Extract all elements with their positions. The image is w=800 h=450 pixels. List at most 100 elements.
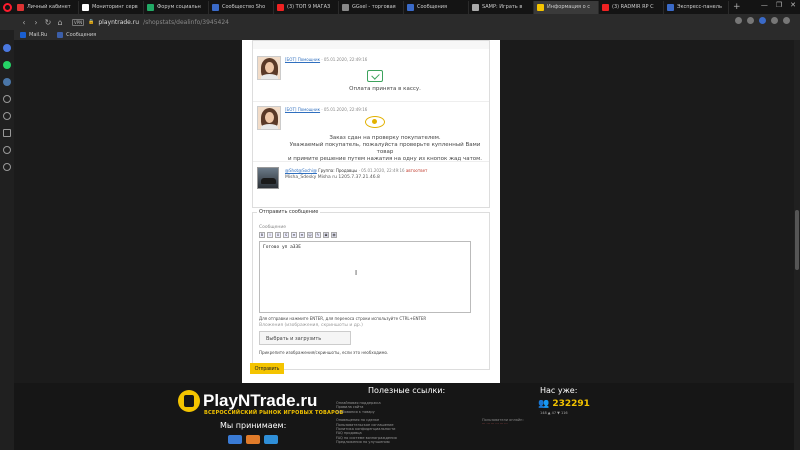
- browser-tab[interactable]: Личный кабинет: [14, 0, 79, 14]
- search-icon[interactable]: [3, 95, 11, 103]
- extension-icon[interactable]: [759, 17, 766, 24]
- online-list: ··· ··· ··· ··· ··· ···: [482, 422, 508, 427]
- message-textarea[interactable]: Готово уп аЗЗЕ: [259, 241, 471, 313]
- tab-label: Личный кабинет: [27, 4, 71, 10]
- mailru-icon: [20, 32, 26, 38]
- wallet-check-icon: [367, 70, 383, 82]
- opera-sidebar: [0, 30, 14, 450]
- url-domain: playntrade.ru: [98, 18, 140, 26]
- close-icon[interactable]: ✕: [790, 1, 796, 9]
- browser-tab[interactable]: Мониторинг серв: [79, 0, 144, 14]
- toolbar-icons: [735, 17, 790, 24]
- whatsapp-icon[interactable]: [3, 61, 11, 69]
- send-icon[interactable]: [3, 112, 11, 120]
- back-icon[interactable]: ‹: [18, 18, 30, 27]
- tab-favicon-icon: [407, 3, 414, 11]
- browser-tab[interactable]: Информация о с: [534, 0, 599, 14]
- send-message-form: Отправить сообщение Сообщение B I U S ≡ ≡ ☺ ✎ ▣ ▦…: [252, 209, 490, 370]
- tab-label: (3) RADMIR RP C: [612, 4, 654, 10]
- browser-tab-bar: Личный кабинет Мониторинг серв Форум социа…: [0, 0, 800, 14]
- bookmark-messages[interactable]: Сообщения: [57, 32, 96, 38]
- editor-toolbar-button[interactable]: ▣: [323, 232, 329, 238]
- upload-button[interactable]: Выбрать и загрузить: [259, 331, 351, 345]
- site-logo[interactable]: PlayNTrade.ru: [178, 390, 317, 412]
- browser-tab[interactable]: Сообщения: [404, 0, 469, 14]
- messenger-icon[interactable]: [3, 44, 11, 52]
- page-scrollbar[interactable]: [794, 40, 800, 450]
- browser-tab[interactable]: Форум социальн: [144, 0, 209, 14]
- vpn-badge[interactable]: VPN: [72, 18, 85, 26]
- author-link[interactable]: [БОТ] Помощник: [285, 57, 320, 62]
- editor-toolbar-button[interactable]: ≡: [299, 232, 305, 238]
- editor-toolbar-button[interactable]: ☺: [307, 232, 313, 238]
- browser-tab[interactable]: Экспресс-панель: [664, 0, 729, 14]
- scroll-thumb[interactable]: [795, 210, 799, 270]
- message-meta: [БОТ] Помощник · 05.01.2020, 22:49:16: [285, 57, 368, 62]
- author-link[interactable]: [БОТ] Помощник: [285, 107, 320, 112]
- browser-tab[interactable]: SAMP: Играть в: [469, 0, 534, 14]
- payment-wallet-icon: [264, 435, 278, 444]
- bookmark-mailru[interactable]: Mail.Ru: [20, 32, 47, 38]
- text-cursor-icon: I: [355, 269, 358, 277]
- editor-toolbar-button[interactable]: B: [259, 232, 265, 238]
- browser-tab[interactable]: (3) ТОП 9 МАГАЗ: [274, 0, 339, 14]
- editor-toolbar-button[interactable]: U: [275, 232, 281, 238]
- message-meta: @Shot@Sochi@ Группа: Продавцы · 05.01.20…: [285, 168, 428, 173]
- maximize-icon[interactable]: ❐: [776, 1, 782, 9]
- editor-toolbar-button[interactable]: I: [267, 232, 273, 238]
- menu-icon[interactable]: [783, 17, 790, 24]
- home-icon[interactable]: ⌂: [54, 18, 66, 27]
- divider: [253, 161, 489, 162]
- attachments-label: Вложения (изображения, скриншоты и др.): [259, 323, 363, 328]
- camera-icon[interactable]: [735, 17, 742, 24]
- reload-icon[interactable]: ↻: [42, 18, 54, 27]
- users-breakdown: 148 ▲ 47 ▼ 116: [540, 411, 568, 415]
- opera-menu-icon[interactable]: [0, 0, 14, 14]
- download-icon[interactable]: [771, 17, 778, 24]
- message-text: Оплата принята в кассу.: [349, 86, 421, 92]
- enter-hint: Для отправки нажмите ENTER, для переноса…: [259, 316, 427, 321]
- seller-avatar: [257, 167, 279, 189]
- apps-icon[interactable]: [3, 129, 11, 137]
- history-icon[interactable]: [3, 163, 11, 171]
- minimize-icon[interactable]: —: [761, 1, 768, 9]
- links-title: Полезные ссылки:: [368, 386, 446, 395]
- logo-icon: [178, 390, 200, 412]
- tab-favicon-icon: [537, 3, 544, 11]
- tab-label: Форум социальн: [157, 4, 201, 10]
- eye-icon: [365, 116, 385, 128]
- send-button[interactable]: Отправить: [250, 363, 284, 374]
- bot-avatar: [257, 106, 281, 130]
- url-field[interactable]: VPN 🔒 playntrade.ru/shopstats/dealinfo/3…: [72, 18, 229, 26]
- heart-icon[interactable]: [3, 146, 11, 154]
- browser-tab[interactable]: Сообщество Sho: [209, 0, 274, 14]
- useful-links: Онлайновая поддержка Правила сайта Требова…: [336, 401, 397, 445]
- payment-title: Мы принимаем:: [220, 421, 287, 430]
- editor-toolbar-button[interactable]: ✎: [315, 232, 321, 238]
- tab-label: Сообщения: [417, 4, 448, 10]
- heart-icon[interactable]: [747, 17, 754, 24]
- logo-tagline: ВСЕРОССИЙСКИЙ РЫНОК ИГРОВЫХ ТОВАРОВ: [204, 410, 344, 416]
- new-tab-button[interactable]: +: [729, 2, 745, 12]
- editor-toolbar-button[interactable]: ▦: [331, 232, 337, 238]
- editor-toolbar-button[interactable]: ≡: [291, 232, 297, 238]
- vk-icon[interactable]: [3, 78, 11, 86]
- browser-tab[interactable]: (3) RADMIR RP C: [599, 0, 664, 14]
- forward-icon[interactable]: ›: [30, 18, 42, 27]
- tab-favicon-icon: [277, 3, 284, 11]
- messages-icon: [57, 32, 64, 38]
- url-path: /shopstats/dealinfo/3945424: [143, 18, 229, 26]
- page-viewport: [БОТ] Помощник · 05.01.2020, 22:49:16 Оп…: [14, 40, 800, 450]
- author-link[interactable]: @Shot@Sochi@: [285, 168, 317, 173]
- chat-history[interactable]: [БОТ] Помощник · 05.01.2020, 22:49:16 Оп…: [252, 40, 490, 208]
- browser-tab[interactable]: GGsel - торговая: [339, 0, 404, 14]
- footer-link[interactable]: Предложения по улучшению: [336, 440, 397, 444]
- tab-favicon-icon: [472, 3, 479, 11]
- tab-label: Информация о с: [547, 4, 591, 10]
- window-controls: — ❐ ✕: [761, 1, 796, 9]
- payment-methods: [228, 435, 278, 444]
- users-count: 👥 232291: [538, 399, 590, 409]
- editor-toolbar-button[interactable]: S: [283, 232, 289, 238]
- chat-top-fade: [253, 41, 489, 49]
- message-text: Misha_Sdesky Misha ru 1205.7.37.21.46.8: [285, 175, 380, 180]
